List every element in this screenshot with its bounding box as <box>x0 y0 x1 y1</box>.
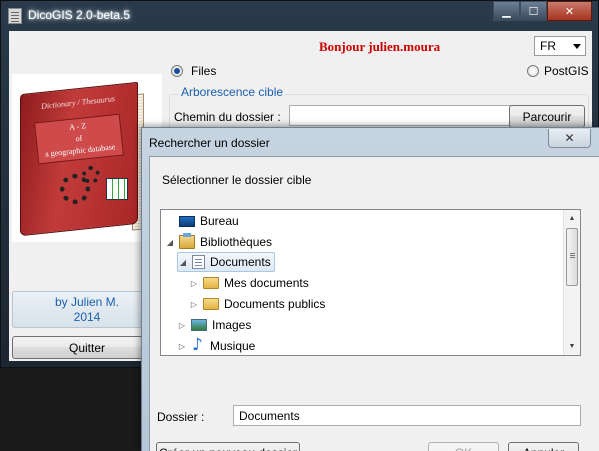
author-name: by Julien M. <box>54 295 120 309</box>
ok-button[interactable]: OK <box>428 442 499 451</box>
folder-icon <box>203 298 219 310</box>
music-icon <box>191 335 205 355</box>
author-year: 2014 <box>73 310 101 324</box>
tree-scrollbar[interactable]: ▲ ▼ <box>563 210 580 355</box>
folder-path-input[interactable] <box>289 105 513 126</box>
main-window-title: DicoGIS 2.0-beta.5 <box>28 8 131 22</box>
scroll-down-arrow-icon[interactable]: ▼ <box>564 338 580 355</box>
scroll-up-arrow-icon[interactable]: ▲ <box>564 210 580 227</box>
expand-toggle-icon[interactable]: ◢ <box>178 258 188 267</box>
expand-toggle-icon[interactable]: ◢ <box>165 238 175 247</box>
book-label: A - Z of a geographic database <box>34 113 124 165</box>
logo-panel: Dictionary / Thesaurus A - Z of a geogra… <box>12 74 162 242</box>
tree-item-label: Musique <box>210 339 256 353</box>
postgis-radio-label[interactable]: PostGIS <box>544 64 589 78</box>
folder-tree[interactable]: Bureau ◢ Bibliothèques ◢ Documents ▷ Mes… <box>160 209 581 356</box>
app-icon <box>8 8 22 24</box>
browse-button[interactable]: Parcourir <box>509 105 585 128</box>
expand-toggle-icon[interactable]: ▷ <box>189 300 199 309</box>
files-radio-label[interactable]: Files <box>191 64 216 78</box>
gear-icon <box>82 166 100 184</box>
tree-item-images[interactable]: ▷ Images <box>177 315 251 335</box>
tree-item-label: Documents <box>210 255 271 269</box>
images-icon <box>191 319 207 331</box>
expand-toggle-icon[interactable]: ▷ <box>177 342 187 351</box>
desktop-icon <box>179 215 195 227</box>
scrollbar-thumb[interactable] <box>566 228 578 286</box>
tree-item-documents[interactable]: ◢ Documents <box>177 252 275 272</box>
language-value: FR <box>540 39 556 53</box>
folder-icon <box>203 277 219 289</box>
spreadsheet-icon <box>106 178 128 200</box>
minimize-button[interactable]: ▁ <box>493 1 520 21</box>
author-box[interactable]: by Julien M. 2014 <box>12 291 162 328</box>
files-radio[interactable] <box>171 65 183 77</box>
tree-item-bibliotheques[interactable]: ◢ Bibliothèques <box>165 232 272 252</box>
libraries-icon <box>179 233 195 249</box>
dialog-instruction: Sélectionner le dossier cible <box>162 173 312 187</box>
tree-item-musique[interactable]: ▷ Musique <box>177 335 256 355</box>
screen: DicoGIS 2.0-beta.5 ▁ ☐ ✕ Bonjour julien.… <box>0 0 599 451</box>
main-title-bar[interactable]: DicoGIS 2.0-beta.5 ▁ ☐ ✕ <box>1 1 598 31</box>
new-folder-button[interactable]: Créer un nouveau dossier <box>156 442 300 451</box>
quit-button[interactable]: Quitter <box>12 336 162 359</box>
expand-toggle-icon[interactable]: ▷ <box>177 321 187 330</box>
browse-folder-dialog: Rechercher un dossier ✕ Sélectionner le … <box>141 127 599 451</box>
dialog-body: Sélectionner le dossier cible Bureau ◢ B… <box>149 156 599 451</box>
greeting-text: Bonjour julien.moura <box>319 39 441 54</box>
folder-label: Dossier : <box>157 410 205 424</box>
tree-item-label: Documents publics <box>224 297 326 311</box>
dialog-title: Rechercher un dossier <box>149 136 270 150</box>
tree-item-label: Images <box>212 318 252 332</box>
chevron-down-icon <box>573 44 581 49</box>
folder-path-label: Chemin du dossier : <box>174 110 281 124</box>
group-title: Arborescence cible <box>179 85 286 99</box>
expand-toggle-icon[interactable]: ▷ <box>189 279 199 288</box>
tree-item-bureau[interactable]: Bureau <box>165 211 239 231</box>
maximize-button[interactable]: ☐ <box>520 1 547 21</box>
tree-item-label: Bureau <box>200 214 239 228</box>
dictionary-book-logo: Dictionary / Thesaurus A - Z of a geogra… <box>20 81 152 237</box>
tree-item-label: Bibliothèques <box>200 235 273 249</box>
caption-buttons: ▁ ☐ ✕ <box>493 1 592 21</box>
cancel-button[interactable]: Annuler <box>508 442 579 451</box>
language-select[interactable]: FR <box>534 36 586 56</box>
postgis-radio[interactable] <box>527 65 539 77</box>
tree-item-label: Mes documents <box>224 276 309 290</box>
tree-item-documents-publics[interactable]: ▷ Documents publics <box>189 294 325 314</box>
dialog-close-button[interactable]: ✕ <box>548 129 591 148</box>
close-button[interactable]: ✕ <box>547 1 592 21</box>
folder-name-input[interactable]: Documents <box>233 405 581 426</box>
tree-item-mes-documents[interactable]: ▷ Mes documents <box>189 273 309 293</box>
close-icon: ✕ <box>564 131 575 145</box>
documents-icon <box>192 255 205 269</box>
